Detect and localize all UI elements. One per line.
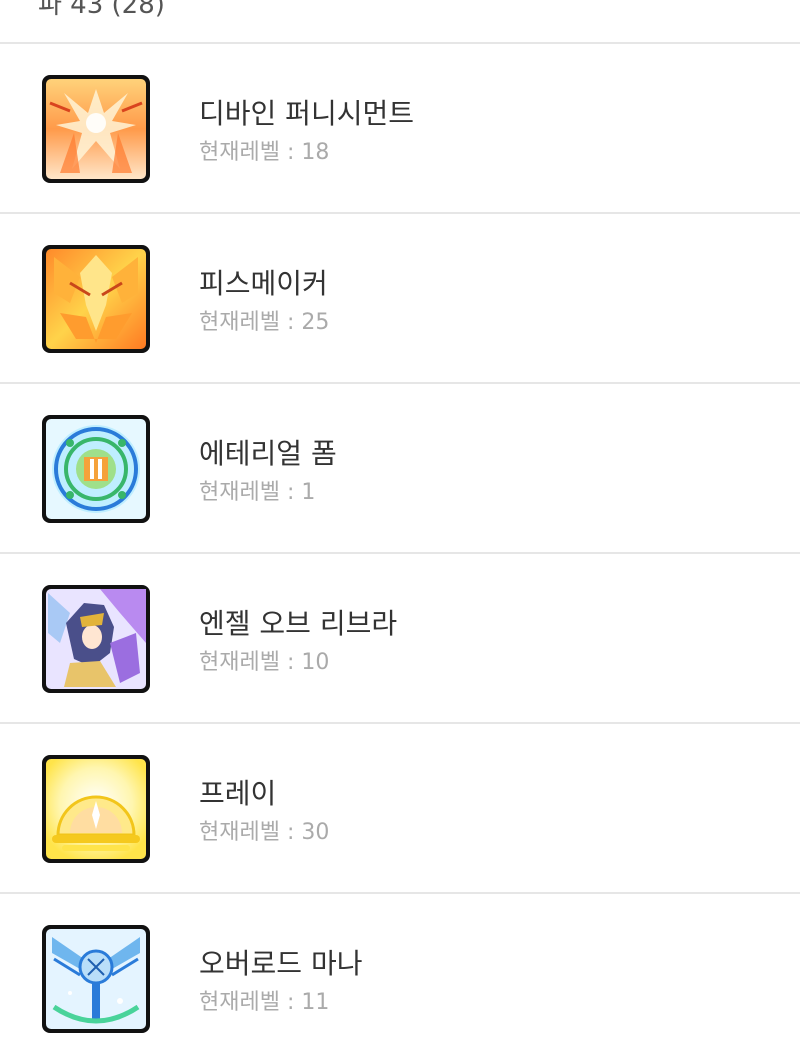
level-prefix: 현재레벨 : — [199, 820, 302, 845]
level-value: 11 — [301, 990, 330, 1015]
skill-level: 현재레벨 : 25 — [199, 304, 329, 336]
skill-row[interactable]: 피스메이커 현재레벨 : 25 — [0, 214, 800, 384]
level-value: 25 — [301, 310, 330, 335]
pray-icon — [40, 753, 152, 865]
level-value: 1 — [301, 480, 316, 505]
level-prefix: 현재레벨 : — [199, 310, 302, 335]
ethereal-form-icon — [40, 413, 152, 525]
skill-level: 현재레벨 : 11 — [199, 984, 329, 1016]
skill-name: 피스메이커 — [199, 267, 328, 300]
level-value: 10 — [301, 650, 330, 675]
level-prefix: 현재레벨 : — [199, 990, 302, 1015]
level-prefix: 현재레벨 : — [199, 650, 302, 675]
skill-name: 에테리얼 폼 — [199, 437, 337, 470]
skill-name: 디바인 퍼니시먼트 — [199, 97, 414, 130]
skill-row[interactable]: 오버로드 마나 현재레벨 : 11 — [0, 894, 800, 1058]
peacemaker-icon — [40, 243, 152, 355]
skill-level: 현재레벨 : 30 — [199, 814, 329, 846]
list-header-title: 파 43 (28) — [38, 0, 165, 20]
level-value: 30 — [301, 820, 330, 845]
level-value: 18 — [301, 140, 330, 165]
skill-name: 엔젤 오브 리브라 — [199, 607, 398, 640]
skill-level: 현재레벨 : 10 — [199, 644, 329, 676]
divine-punishment-icon — [40, 73, 152, 185]
skill-row[interactable]: 엔젤 오브 리브라 현재레벨 : 10 — [0, 554, 800, 724]
skill-list: 디바인 퍼니시먼트 현재레벨 : 18 피스메이커 현재레벨: 25 에테리얼… — [0, 44, 800, 1058]
skill-list-page: 파 43 (28) 디바인 퍼니시먼트 현재레벨: 18 피스메이커 현재레벨… — [0, 0, 800, 1058]
list-header: 파 43 (28) — [0, 0, 800, 44]
skill-name: 프레이 — [199, 777, 277, 810]
level-prefix: 현재레벨 : — [199, 480, 302, 505]
angel-of-libra-icon — [40, 583, 152, 695]
level-prefix: 현재레벨 : — [199, 140, 302, 165]
skill-level: 현재레벨 : 1 — [199, 474, 315, 506]
skill-row[interactable]: 에테리얼 폼 현재레벨 : 1 — [0, 384, 800, 554]
skill-row[interactable]: 디바인 퍼니시먼트 현재레벨 : 18 — [0, 44, 800, 214]
skill-name: 오버로드 마나 — [199, 947, 363, 980]
skill-row[interactable]: 프레이 현재레벨 : 30 — [0, 724, 800, 894]
overload-mana-icon — [40, 923, 152, 1035]
skill-level: 현재레벨 : 18 — [199, 134, 329, 166]
